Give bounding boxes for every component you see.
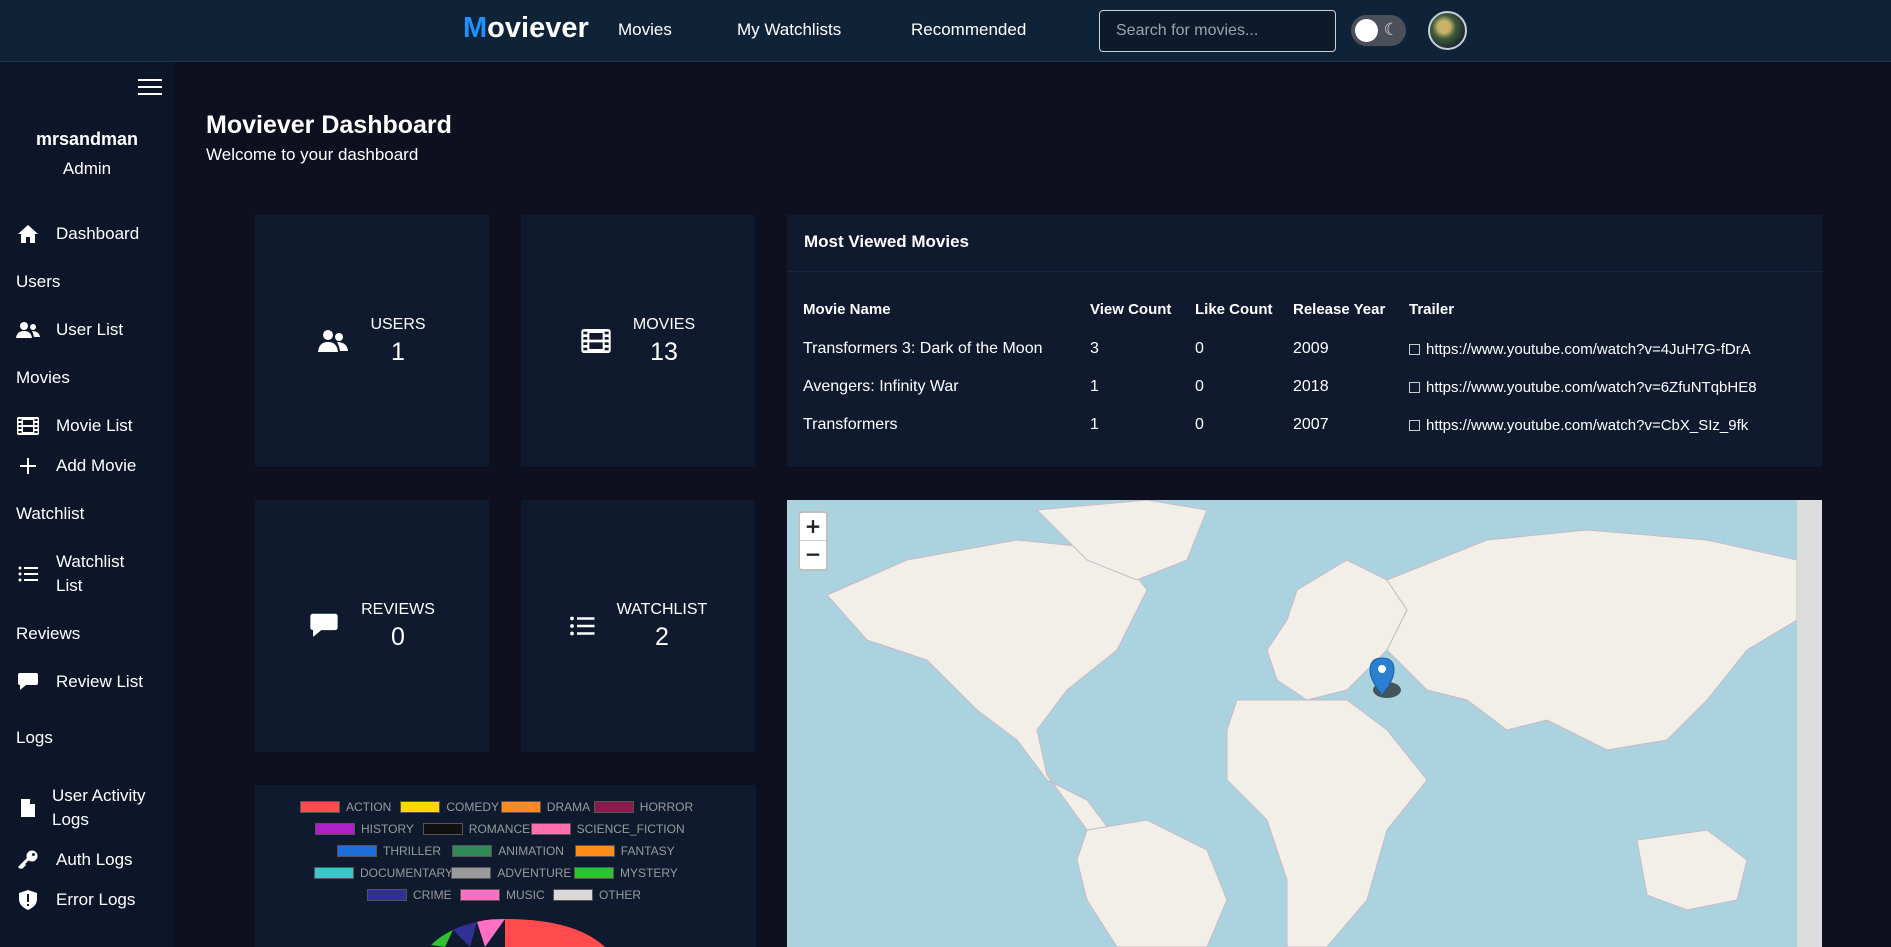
column-header: View Count xyxy=(1090,301,1172,318)
film-icon xyxy=(581,329,611,353)
column-header: Release Year xyxy=(1293,301,1386,318)
hamburger-menu-icon[interactable] xyxy=(138,79,162,97)
most-viewed-title: Most Viewed Movies xyxy=(804,232,970,251)
toggle-knob xyxy=(1355,19,1378,42)
shield-icon xyxy=(16,889,40,911)
home-icon xyxy=(16,223,40,245)
file-icon xyxy=(16,797,40,819)
users-icon xyxy=(318,329,349,353)
world-map[interactable]: + − xyxy=(787,500,1822,947)
pie-slice-crime xyxy=(453,922,477,947)
stat-value: 0 xyxy=(391,622,405,651)
sidebar-item-auth-logs[interactable]: Auth Logs xyxy=(16,848,133,872)
trailer-link[interactable]: https://www.youtube.com/watch?v=6ZfuNTqb… xyxy=(1406,368,1767,406)
map-scrollbar[interactable] xyxy=(1797,500,1822,947)
sidebar: mrsandman Admin Dashboard Users User Lis… xyxy=(0,62,174,947)
nav-recommended[interactable]: Recommended xyxy=(911,20,1026,40)
stat-value: 2 xyxy=(655,622,669,651)
pie-slice-mystery xyxy=(431,930,453,947)
movie-name: Transformers 3: Dark of the Moon xyxy=(803,340,1043,357)
external-link-icon xyxy=(1409,381,1420,393)
sidebar-section-watchlist: Watchlist xyxy=(16,504,85,523)
release-year: 2007 xyxy=(1293,416,1329,433)
theme-toggle[interactable]: ☾ xyxy=(1351,15,1406,46)
film-icon xyxy=(16,415,40,437)
column-header: Movie Name xyxy=(803,301,891,318)
stat-card-watchlist: WATCHLIST 2 xyxy=(521,500,755,752)
most-viewed-card: Most Viewed Movies Movie Name View Count… xyxy=(787,215,1822,467)
view-count: 1 xyxy=(1090,416,1099,433)
list-icon xyxy=(569,616,595,636)
nav-my-watchlists[interactable]: My Watchlists xyxy=(737,20,841,40)
stat-card-movies: MOVIES 13 xyxy=(521,215,755,467)
view-count: 3 xyxy=(1090,340,1099,357)
key-icon xyxy=(16,849,40,871)
divider xyxy=(787,271,1822,272)
comment-icon xyxy=(16,671,40,693)
table-header-row: Movie Name View Count Like Count Release… xyxy=(800,295,1767,330)
top-navbar: Moviever Movies My Watchlists Recommende… xyxy=(0,0,1891,62)
sidebar-section-movies: Movies xyxy=(16,368,70,387)
page-title: Moviever Dashboard xyxy=(206,111,452,139)
genre-chart-card: ACTION COMEDY DRAMA HORROR HISTORY ROMANCE SCI… xyxy=(255,785,756,947)
list-icon xyxy=(16,563,40,585)
column-header: Like Count xyxy=(1195,301,1273,318)
sidebar-item-error-logs[interactable]: Error Logs xyxy=(16,888,135,912)
stat-label: USERS xyxy=(370,315,426,333)
sidebar-item-user-list[interactable]: User List xyxy=(16,318,123,342)
genre-pie-chart xyxy=(431,919,605,947)
movie-name: Transformers xyxy=(803,416,898,433)
pie-slice-music xyxy=(477,919,505,947)
release-year: 2009 xyxy=(1293,340,1329,357)
like-count: 0 xyxy=(1195,416,1204,433)
table-row: Transformers 1 0 2007 https://www.youtub… xyxy=(800,406,1767,444)
users-icon xyxy=(16,319,40,341)
sidebar-section-logs: Logs xyxy=(16,728,53,747)
stat-value: 13 xyxy=(650,337,678,366)
brand-logo[interactable]: Moviever xyxy=(463,12,589,45)
sidebar-item-user-activity-logs[interactable]: User Activity Logs xyxy=(16,784,146,832)
map-tiles xyxy=(826,500,1798,947)
stat-label: MOVIES xyxy=(632,315,696,333)
trailer-link[interactable]: https://www.youtube.com/watch?v=4JuH7G-f… xyxy=(1406,330,1767,368)
table-row: Transformers 3: Dark of the Moon 3 0 200… xyxy=(800,330,1767,368)
page-subtitle: Welcome to your dashboard xyxy=(206,145,419,164)
most-viewed-table: Movie Name View Count Like Count Release… xyxy=(800,295,1767,444)
stat-label: REVIEWS xyxy=(361,600,435,618)
moon-icon: ☾ xyxy=(1383,20,1399,39)
release-year: 2018 xyxy=(1293,378,1329,395)
sidebar-item-movie-list[interactable]: Movie List xyxy=(16,414,133,438)
stat-label: WATCHLIST xyxy=(616,600,708,618)
sidebar-role: Admin xyxy=(62,159,112,178)
search-input[interactable] xyxy=(1099,10,1336,52)
avatar[interactable] xyxy=(1428,11,1467,50)
like-count: 0 xyxy=(1195,340,1204,357)
comment-icon xyxy=(309,612,339,640)
stat-card-users: USERS 1 xyxy=(255,215,489,467)
zoom-control: + − xyxy=(798,511,828,571)
movie-name: Avengers: Infinity War xyxy=(803,378,959,395)
sidebar-item-review-list[interactable]: Review List xyxy=(16,670,143,694)
pie-slice-action xyxy=(505,919,605,947)
column-header: Trailer xyxy=(1409,301,1455,318)
like-count: 0 xyxy=(1195,378,1204,395)
sidebar-item-dashboard[interactable]: Dashboard xyxy=(16,222,139,246)
sidebar-item-add-movie[interactable]: Add Movie xyxy=(16,454,136,478)
external-link-icon xyxy=(1409,343,1420,355)
nav-movies[interactable]: Movies xyxy=(618,20,672,40)
sidebar-section-reviews: Reviews xyxy=(16,624,81,643)
sidebar-section-users: Users xyxy=(16,272,61,291)
stat-card-reviews: REVIEWS 0 xyxy=(255,500,489,752)
trailer-link[interactable]: https://www.youtube.com/watch?v=CbX_SIz_… xyxy=(1406,406,1767,444)
sidebar-username: mrsandman xyxy=(35,129,139,149)
stat-value: 1 xyxy=(391,337,405,366)
external-link-icon xyxy=(1409,419,1420,431)
zoom-out-button[interactable]: − xyxy=(800,541,826,569)
view-count: 1 xyxy=(1090,378,1099,395)
sidebar-item-watchlist-list[interactable]: Watchlist List xyxy=(16,550,124,598)
zoom-in-button[interactable]: + xyxy=(800,513,826,541)
table-row: Avengers: Infinity War 1 0 2018 https://… xyxy=(800,368,1767,406)
plus-icon xyxy=(16,455,40,477)
